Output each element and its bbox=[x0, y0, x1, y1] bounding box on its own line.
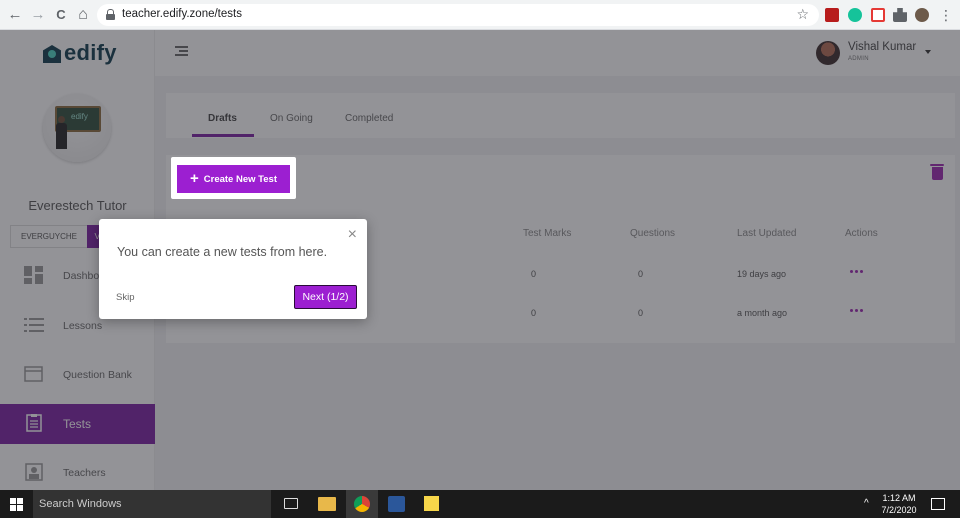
taskbar-search-input[interactable]: Search Windows bbox=[33, 490, 271, 518]
browser-toolbar: ← → C ⌂ teacher.edify.zone/tests ☆ ⋮ bbox=[0, 0, 960, 30]
bookmark-star-icon[interactable]: ☆ bbox=[796, 6, 809, 23]
pocket-extension-icon[interactable] bbox=[871, 8, 885, 22]
tour-popover: × You can create a new tests from here. … bbox=[99, 219, 367, 319]
row-questions: 0 bbox=[638, 308, 644, 318]
edify-logo[interactable]: edify bbox=[42, 40, 117, 66]
tab-drafts[interactable]: Drafts bbox=[208, 113, 237, 124]
user-role: ADMIN bbox=[848, 56, 869, 62]
collapse-menu-icon[interactable] bbox=[175, 46, 188, 56]
windows-taskbar: Search Windows ^ 1:12 AM 7/2/2020 bbox=[0, 490, 960, 518]
chrome-taskbar-active[interactable] bbox=[346, 490, 378, 518]
tutor-name: Everestech Tutor bbox=[28, 198, 127, 213]
address-bar[interactable]: teacher.edify.zone/tests ☆ bbox=[97, 4, 819, 26]
next-button[interactable]: Next (1/2) bbox=[294, 285, 357, 309]
list-icon bbox=[24, 318, 44, 332]
folder-icon bbox=[24, 366, 43, 382]
create-new-test-button[interactable]: + Create New Test bbox=[177, 165, 290, 193]
user-avatar[interactable] bbox=[816, 41, 840, 65]
teacher-icon bbox=[25, 463, 43, 481]
close-icon[interactable]: × bbox=[348, 227, 357, 243]
top-header: Vishal Kumar ADMIN bbox=[155, 30, 960, 76]
more-actions-icon[interactable] bbox=[846, 266, 866, 276]
puzzle-extension-icon[interactable] bbox=[893, 8, 907, 22]
notifications-icon[interactable] bbox=[931, 498, 945, 510]
column-header-test-marks: Test Marks bbox=[523, 228, 572, 239]
task-view-icon[interactable] bbox=[284, 498, 298, 509]
home-icon[interactable]: ⌂ bbox=[74, 6, 92, 24]
chrome-icon bbox=[354, 496, 370, 512]
column-header-last-updated: Last Updated bbox=[737, 228, 797, 239]
tutor-code: EVERGUYCHE bbox=[10, 225, 88, 248]
tab-on-going[interactable]: On Going bbox=[270, 113, 313, 124]
logo-text: edify bbox=[64, 40, 117, 65]
sticky-notes-icon[interactable] bbox=[424, 496, 439, 511]
file-explorer-icon[interactable] bbox=[318, 497, 336, 511]
clock-date: 7/2/2020 bbox=[881, 505, 917, 515]
dashboard-icon bbox=[24, 266, 43, 284]
profile-avatar-icon[interactable] bbox=[915, 8, 929, 22]
grammarly-extension-icon[interactable] bbox=[848, 8, 862, 22]
sidebar-item-question-bank[interactable]: Question Bank bbox=[0, 355, 155, 395]
teacher-figure bbox=[55, 116, 67, 150]
edify-logo-icon bbox=[42, 42, 62, 64]
row-questions: 0 bbox=[638, 269, 644, 279]
row-test-marks: 0 bbox=[531, 269, 537, 279]
lock-icon bbox=[106, 9, 115, 20]
sidebar-item-label: Lessons bbox=[63, 320, 103, 332]
pdf-extension-icon[interactable] bbox=[825, 8, 839, 22]
avatar-board-text: edify bbox=[71, 112, 88, 121]
browser-menu-icon[interactable]: ⋮ bbox=[937, 6, 955, 24]
tour-spotlight: + Create New Test bbox=[171, 157, 296, 199]
sidebar-item-tests[interactable]: Tests bbox=[0, 404, 155, 444]
forward-icon[interactable]: → bbox=[29, 6, 47, 24]
clipboard-icon bbox=[26, 414, 42, 432]
tour-message: You can create a new tests from here. bbox=[117, 245, 328, 259]
windows-start-icon[interactable] bbox=[10, 498, 23, 511]
sidebar-item-label: Teachers bbox=[63, 467, 106, 479]
user-name[interactable]: Vishal Kumar bbox=[848, 41, 916, 53]
active-tab-indicator bbox=[192, 134, 254, 137]
tab-completed[interactable]: Completed bbox=[345, 113, 393, 124]
trash-icon[interactable] bbox=[930, 163, 944, 180]
tray-chevron-icon[interactable]: ^ bbox=[864, 498, 869, 509]
sidebar-item-label: Tests bbox=[63, 417, 92, 431]
clock-time: 1:12 AM bbox=[882, 493, 916, 503]
skip-button[interactable]: Skip bbox=[116, 292, 134, 303]
chevron-down-icon[interactable] bbox=[925, 50, 931, 54]
url-text: teacher.edify.zone/tests bbox=[122, 8, 242, 20]
column-header-questions: Questions bbox=[630, 228, 676, 239]
create-new-test-label: Create New Test bbox=[203, 173, 277, 185]
row-last-updated: 19 days ago bbox=[737, 269, 787, 279]
taskbar-clock[interactable]: 1:12 AM 7/2/2020 bbox=[880, 492, 918, 516]
row-last-updated: a month ago bbox=[737, 308, 788, 318]
tutor-avatar: edify bbox=[43, 94, 111, 162]
back-icon[interactable]: ← bbox=[6, 6, 24, 24]
row-test-marks: 0 bbox=[531, 308, 537, 318]
word-icon[interactable] bbox=[388, 496, 405, 512]
sidebar-item-label: Question Bank bbox=[63, 369, 132, 381]
reload-icon[interactable]: C bbox=[52, 6, 70, 24]
tests-tabs: Drafts On Going Completed bbox=[166, 93, 955, 138]
column-header-actions: Actions bbox=[845, 228, 878, 239]
sidebar-item-teachers[interactable]: Teachers bbox=[0, 453, 155, 493]
plus-icon: + bbox=[190, 170, 199, 187]
more-actions-icon[interactable] bbox=[846, 305, 866, 315]
